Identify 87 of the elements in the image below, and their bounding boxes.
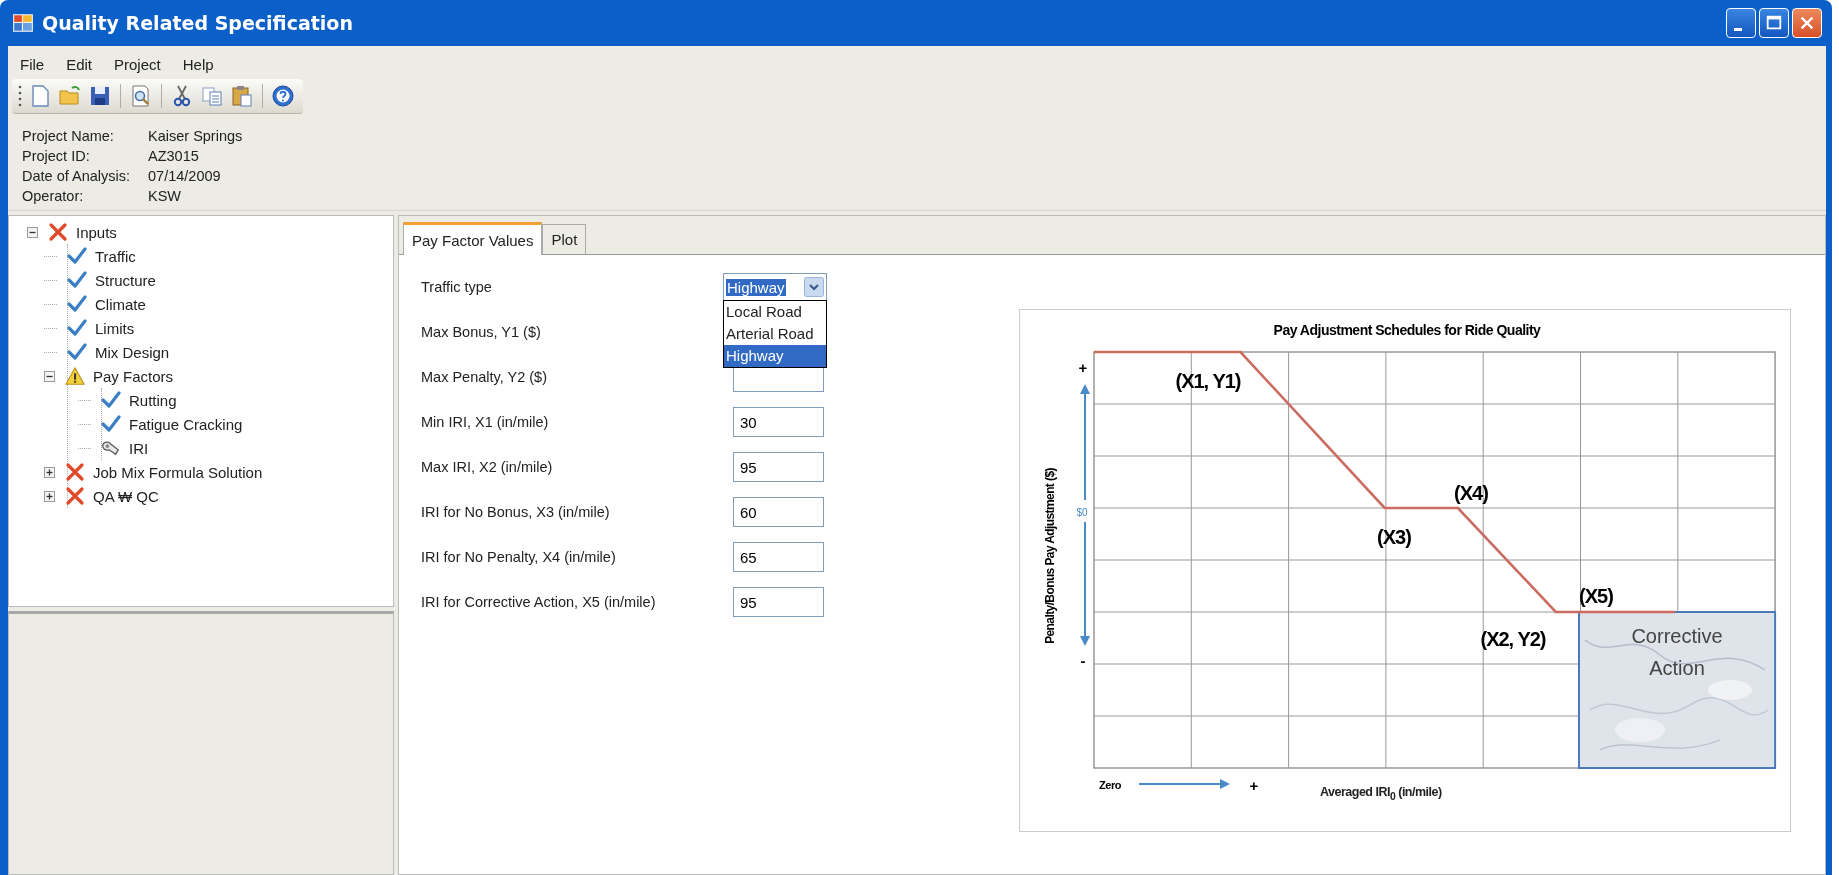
info-label: Date of Analysis:: [22, 168, 131, 184]
x-axis-label: Averaged IRI$_{0}$ (in/mile): [1320, 785, 1442, 802]
tree-item[interactable]: Job Mix Formula Solution: [93, 463, 263, 481]
check-icon: [67, 294, 87, 314]
grip-icon: [18, 84, 22, 108]
close-icon: [1798, 14, 1816, 32]
info-label: Project ID:: [22, 148, 91, 164]
dropdown-option[interactable]: Highway: [724, 345, 826, 367]
field-label: Traffic type: [421, 279, 493, 295]
help-icon[interactable]: [271, 84, 295, 108]
point-label: (X2, Y2): [1480, 628, 1546, 650]
axis-tick-label: $0: [1076, 507, 1088, 518]
tree-item[interactable]: Pay Factors: [93, 367, 174, 385]
info-value: 07/14/2009: [148, 168, 221, 184]
check-icon: [67, 342, 87, 362]
warning-icon: [65, 366, 85, 386]
check-icon: [101, 390, 121, 410]
close-button[interactable]: [1792, 8, 1822, 38]
pointer-icon: [101, 438, 121, 458]
expand-toggle[interactable]: [44, 490, 55, 502]
input-field[interactable]: 95: [733, 587, 824, 617]
menu-item[interactable]: Help: [182, 56, 214, 73]
expand-toggle[interactable]: [44, 466, 55, 478]
maximize-icon: [1765, 14, 1783, 32]
y-axis-label: Penalty/Bonus Pay Adjustment ($): [1043, 468, 1057, 644]
axis-sign: +: [1078, 359, 1088, 376]
tree-item[interactable]: Mix Design: [95, 343, 170, 361]
collapse-toggle[interactable]: [44, 370, 55, 382]
dropdown-option[interactable]: Local Road: [724, 301, 826, 323]
field-label: IRI for No Bonus, X3 (in/mile): [421, 504, 611, 520]
region-label: Corrective: [1631, 625, 1723, 647]
check-icon: [67, 270, 87, 290]
paste-icon[interactable]: [230, 84, 254, 108]
tree-item[interactable]: Rutting: [129, 391, 177, 409]
point-label: (X1, Y1): [1175, 370, 1241, 392]
point-label: (X3): [1377, 526, 1411, 548]
tree-item[interactable]: Inputs: [76, 223, 117, 241]
input-field[interactable]: 95: [733, 452, 824, 482]
cross-icon: [65, 462, 85, 482]
check-icon: [67, 318, 87, 338]
info-value: KSW: [148, 188, 182, 204]
input-field[interactable]: 60: [733, 497, 824, 527]
folder-icon[interactable]: [58, 84, 82, 108]
tree-item[interactable]: Climate: [95, 295, 146, 313]
tree-item[interactable]: QA ₩ QC: [93, 487, 159, 505]
diagram-title: Pay Adjustment Schedules for Ride Quality: [1273, 322, 1541, 338]
tree-item[interactable]: Traffic: [95, 247, 136, 265]
field-label: Max Bonus, Y1 ($): [421, 324, 542, 340]
info-value: AZ3015: [148, 148, 199, 164]
dropdown-option[interactable]: Arterial Road: [724, 323, 826, 345]
check-icon: [101, 414, 121, 434]
field-label: Max Penalty, Y2 ($): [421, 369, 548, 385]
minimize-button[interactable]: [1726, 8, 1756, 38]
tab[interactable]: Pay Factor Values: [403, 222, 543, 255]
field-label: Max IRI, X2 (in/mile): [421, 459, 554, 475]
collapse-toggle[interactable]: [27, 226, 38, 238]
app-icon: [12, 12, 34, 34]
save-icon[interactable]: [88, 84, 112, 108]
field-label: IRI for Corrective Action, X5 (in/mile): [421, 594, 657, 610]
axis-start-label: Zero: [1099, 779, 1121, 791]
info-label: Operator:: [22, 188, 85, 204]
region-label: Action: [1649, 657, 1705, 679]
tree-item[interactable]: Limits: [95, 319, 135, 337]
info-label: Project Name:: [22, 128, 115, 144]
minimize-icon: [1734, 27, 1742, 31]
dropdown[interactable]: Highway: [723, 273, 827, 301]
point-label: (X4): [1454, 482, 1488, 504]
tree-item[interactable]: Structure: [95, 271, 156, 289]
info-value: Kaiser Springs: [148, 128, 243, 144]
tab[interactable]: Plot: [542, 224, 587, 254]
axis-sign: -: [1080, 652, 1086, 669]
tree-item[interactable]: IRI: [129, 439, 149, 457]
menu-item[interactable]: Project: [114, 56, 161, 73]
maximize-button[interactable]: [1759, 8, 1789, 38]
input-field[interactable]: 30: [733, 407, 824, 437]
axis-sign: +: [1249, 777, 1259, 794]
field-label: IRI for No Penalty, X4 (in/mile): [421, 549, 617, 565]
menu-item[interactable]: File: [20, 56, 45, 73]
check-icon: [67, 246, 87, 266]
window-title: Quality Related Specification: [42, 12, 353, 34]
tree-item[interactable]: Fatigue Cracking: [129, 415, 243, 433]
field-label: Min IRI, X1 (in/mile): [421, 414, 550, 430]
point-label: (X5): [1579, 585, 1613, 607]
menu-item[interactable]: Edit: [66, 56, 93, 73]
input-field[interactable]: 65: [733, 542, 824, 572]
cross-icon: [65, 486, 85, 506]
cross-icon: [48, 222, 68, 242]
